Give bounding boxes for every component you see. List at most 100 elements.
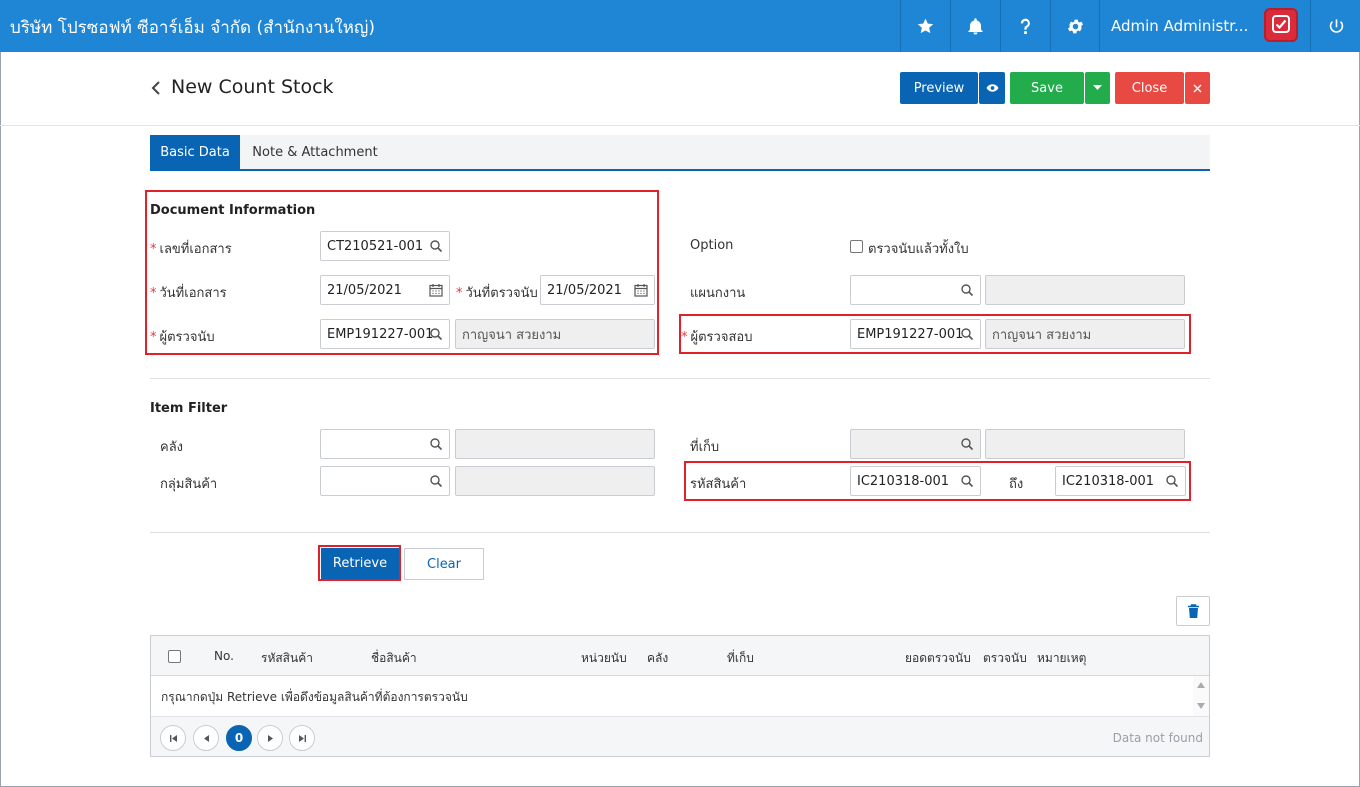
count-date-input[interactable]: 21/05/2021 bbox=[540, 275, 655, 305]
back-chevron-icon[interactable] bbox=[150, 80, 162, 96]
bell-icon bbox=[968, 17, 983, 34]
page-title: New Count Stock bbox=[171, 76, 334, 98]
last-page-icon bbox=[298, 734, 306, 742]
calendar-icon[interactable] bbox=[429, 283, 443, 297]
logout-button[interactable] bbox=[1311, 0, 1360, 52]
doc-date-input[interactable]: 21/05/2021 bbox=[320, 275, 450, 305]
item-filter-heading: Item Filter bbox=[150, 401, 228, 416]
search-icon[interactable] bbox=[429, 327, 443, 341]
product-group-label: กลุ่มสินค้า bbox=[160, 477, 218, 492]
count-date-label: * วันที่ตรวจนับ bbox=[456, 286, 538, 301]
product-group-name-field bbox=[455, 466, 655, 496]
title-divider bbox=[0, 125, 1360, 126]
next-page-icon bbox=[267, 734, 273, 742]
retrieve-button[interactable]: Retrieve bbox=[321, 548, 399, 579]
select-all-checkbox[interactable] bbox=[168, 650, 181, 663]
prev-page-icon bbox=[203, 734, 209, 742]
first-page-button[interactable] bbox=[160, 725, 186, 751]
search-icon[interactable] bbox=[960, 327, 974, 341]
doc-date-label: * วันที่เอกสาร bbox=[150, 286, 227, 301]
search-icon[interactable] bbox=[429, 239, 443, 253]
column-header[interactable]: คลัง bbox=[647, 649, 668, 668]
search-icon[interactable] bbox=[960, 474, 974, 488]
user-menu[interactable]: Admin Administr... bbox=[1099, 0, 1311, 52]
search-icon[interactable] bbox=[960, 283, 974, 297]
item-code-to-input[interactable]: IC210318-001 bbox=[1055, 466, 1186, 496]
last-page-button[interactable] bbox=[289, 725, 315, 751]
plan-label: แผนกงาน bbox=[690, 286, 746, 301]
counter-code-input[interactable]: EMP191227-001 bbox=[320, 319, 450, 349]
close-button[interactable]: Close bbox=[1115, 72, 1184, 104]
to-label: ถึง bbox=[1009, 477, 1024, 492]
column-header[interactable]: หมายเหตุ bbox=[1037, 649, 1086, 668]
calendar-icon[interactable] bbox=[634, 283, 648, 297]
help-button[interactable] bbox=[1000, 0, 1050, 52]
section-divider bbox=[150, 532, 1210, 533]
column-header[interactable]: ชื่อสินค้า bbox=[371, 649, 417, 668]
location-input[interactable] bbox=[850, 429, 981, 459]
counter-name-field: กาญจนา สวยงาม bbox=[455, 319, 655, 349]
warehouse-input[interactable] bbox=[320, 429, 450, 459]
tab-bar: Basic Data Note & Attachment bbox=[150, 135, 1210, 171]
search-icon[interactable] bbox=[960, 437, 974, 451]
settings-button[interactable] bbox=[1050, 0, 1100, 52]
user-name: Admin Administr... bbox=[1111, 17, 1249, 35]
power-icon bbox=[1329, 18, 1343, 33]
delete-rows-button[interactable] bbox=[1176, 596, 1210, 626]
caret-down-icon bbox=[1093, 85, 1102, 90]
favorite-button[interactable] bbox=[900, 0, 950, 52]
plan-input[interactable] bbox=[850, 275, 981, 305]
close-x-button[interactable] bbox=[1185, 72, 1210, 104]
grid-empty-message: กรุณากดปุ่ม Retrieve เพื่อดึงข้อมูลสินค้… bbox=[161, 690, 468, 704]
count-all-checkbox-label: ตรวจนับแล้วทั้งใบ bbox=[868, 242, 969, 257]
column-header[interactable]: ที่เก็บ bbox=[727, 649, 754, 668]
counter-label: * ผู้ตรวจนับ bbox=[150, 330, 215, 345]
column-header[interactable]: ตรวจนับ bbox=[983, 649, 1027, 668]
grid-pager: 0 Data not found bbox=[151, 716, 1209, 756]
tab-note-attachment[interactable]: Note & Attachment bbox=[240, 135, 390, 169]
close-icon bbox=[1193, 84, 1202, 92]
item-code-from-input[interactable]: IC210318-001 bbox=[850, 466, 981, 496]
item-code-label: รหัสสินค้า bbox=[690, 477, 747, 492]
notification-button[interactable] bbox=[950, 0, 1000, 52]
clear-button[interactable]: Clear bbox=[404, 548, 484, 580]
next-page-button[interactable] bbox=[257, 725, 283, 751]
top-bar: บริษัท โปรซอฟท์ ซีอาร์เอ็ม จำกัด (สำนักง… bbox=[0, 0, 1360, 52]
trash-icon bbox=[1188, 604, 1199, 618]
tab-basic-data[interactable]: Basic Data bbox=[150, 135, 240, 169]
preview-eye-button[interactable] bbox=[979, 72, 1005, 104]
product-group-input[interactable] bbox=[320, 466, 450, 496]
warehouse-name-field bbox=[455, 429, 655, 459]
scroll-down-icon[interactable] bbox=[1197, 703, 1205, 709]
grid-status: Data not found bbox=[1112, 731, 1203, 745]
prev-page-button[interactable] bbox=[193, 725, 219, 751]
location-name-field bbox=[985, 429, 1185, 459]
checker-name-field: กาญจนา สวยงาม bbox=[985, 319, 1185, 349]
star-icon bbox=[917, 18, 934, 33]
section-divider bbox=[150, 378, 1210, 379]
column-header[interactable]: No. bbox=[214, 649, 234, 663]
column-header[interactable]: ยอดตรวจนับ bbox=[905, 649, 971, 668]
items-grid: No. รหัสสินค้า ชื่อสินค้า หน่วยนับ คลัง … bbox=[150, 635, 1210, 757]
save-button[interactable]: Save bbox=[1010, 72, 1084, 104]
column-header[interactable]: หน่วยนับ bbox=[581, 649, 627, 668]
search-icon[interactable] bbox=[429, 474, 443, 488]
company-name: บริษัท โปรซอฟท์ ซีอาร์เอ็ม จำกัด (สำนักง… bbox=[10, 18, 376, 38]
checker-code-input[interactable]: EMP191227-001 bbox=[850, 319, 981, 349]
save-dropdown-button[interactable] bbox=[1085, 72, 1110, 104]
warehouse-label: คลัง bbox=[160, 440, 184, 455]
gear-icon bbox=[1067, 19, 1084, 33]
location-label: ที่เก็บ bbox=[690, 440, 720, 455]
app-badge bbox=[1264, 8, 1298, 42]
current-page[interactable]: 0 bbox=[226, 725, 252, 751]
count-all-checkbox[interactable] bbox=[850, 240, 863, 253]
doc-no-label: * เลขที่เอกสาร bbox=[150, 242, 232, 257]
doc-no-input[interactable]: CT210521-001 bbox=[320, 231, 450, 261]
grid-scrollbar[interactable] bbox=[1193, 676, 1209, 716]
preview-button[interactable]: Preview bbox=[900, 72, 978, 104]
search-icon[interactable] bbox=[429, 437, 443, 451]
column-header[interactable]: รหัสสินค้า bbox=[261, 649, 313, 668]
check-badge-icon bbox=[1272, 15, 1290, 33]
scroll-up-icon[interactable] bbox=[1197, 682, 1205, 688]
search-icon[interactable] bbox=[1165, 474, 1179, 488]
